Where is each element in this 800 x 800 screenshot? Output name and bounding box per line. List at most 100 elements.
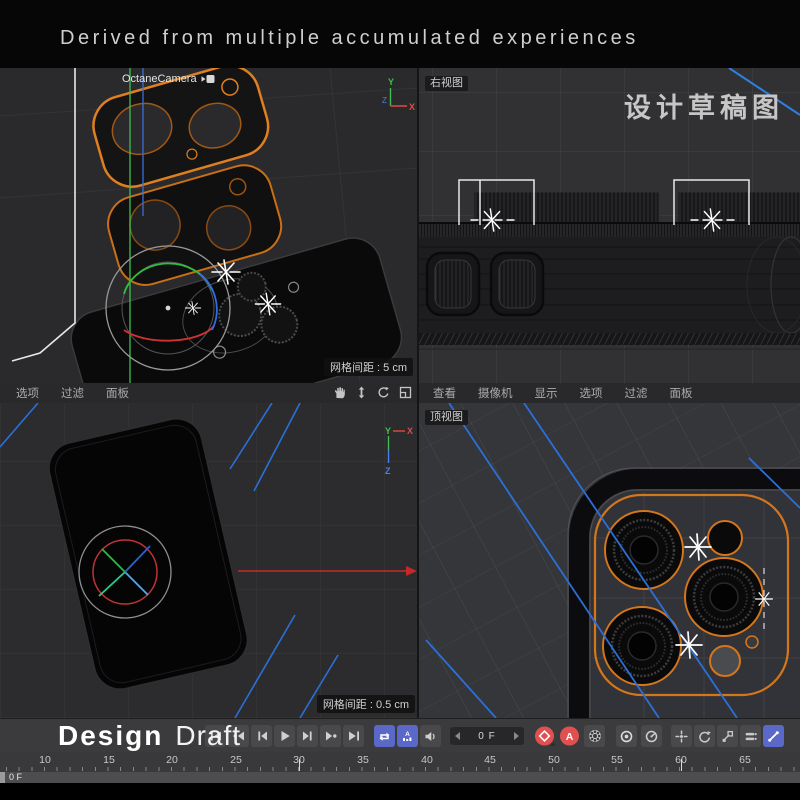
viewport-perspective[interactable]: OctaneCamera Y Z X 网格间距 : 5 cm [0,68,417,383]
menu-panel[interactable]: 面板 [106,385,129,401]
maximize-view-icon[interactable] [399,386,412,399]
phone-back-scene [0,403,417,718]
pan-hand-icon[interactable] [333,386,346,399]
current-frame-field[interactable]: 0 F [450,727,524,745]
play-icon [279,730,291,742]
design-draft-cn-watermark: 设计草稿图 [624,86,784,125]
next-key-icon [325,730,337,742]
key-circle-icon [620,730,633,743]
keyframe-settings-button[interactable] [584,725,605,747]
phone-case-exploded-parts[interactable] [9,68,408,383]
ruler-label: 20 [166,754,178,766]
record-keyframe-icon [534,725,555,747]
menu-options[interactable]: 选项 [580,385,603,401]
next-frame-button[interactable] [297,725,318,747]
record-parameter-toggle[interactable] [740,725,761,747]
timeline-slider-bar[interactable]: 0 F [0,772,800,783]
ruler-label: 40 [421,754,433,766]
play-mode-loop-button[interactable] [374,725,395,747]
frame-increment-arrow[interactable] [514,732,519,740]
ruler-label: 50 [548,754,560,766]
camera-module-scene [419,403,800,718]
axis-band-gizmo[interactable] [79,526,171,618]
frame-value[interactable]: 0 F [478,731,495,742]
svg-text:X: X [407,426,413,436]
camera-name-label[interactable]: OctaneCamera [122,73,216,85]
parameter-stack-icon [744,730,757,743]
record-scale-toggle[interactable] [717,725,738,747]
previous-frame-button[interactable] [251,725,272,747]
menu-view[interactable]: 查看 [433,385,456,401]
menu-filter[interactable]: 过滤 [625,385,648,401]
gear-icon [588,729,602,743]
viewport-right-view[interactable]: 右视图 设计草稿图 [419,68,800,383]
lidar-cutout[interactable] [708,521,742,555]
viewport-menubar-left: 选项 过滤 面板 [0,383,417,403]
case-side-profile[interactable] [419,192,800,349]
gauge-icon [645,730,658,743]
camera-lens-right[interactable] [685,558,763,636]
menu-camera[interactable]: 摄像机 [478,385,513,401]
grid-spacing-badge: 网格间距 : 5 cm [324,358,413,376]
jump-to-end-icon [348,730,360,742]
menu-panel[interactable]: 面板 [670,385,693,401]
mic-cutout[interactable] [746,636,758,648]
zoom-view-icon[interactable] [355,386,368,399]
phone-body[interactable] [44,414,253,695]
viewport-top-view[interactable]: 顶视图 [419,403,800,718]
axis-gizmo: Y Z X [376,74,416,124]
banner-title: Derived from multiple accumulated experi… [60,27,639,50]
record-rotation-toggle[interactable] [694,725,715,747]
rotate-view-icon[interactable] [377,386,390,399]
record-pla-toggle[interactable] [763,725,784,747]
keyframe-selection-button[interactable] [616,725,637,747]
viewport-label[interactable]: 右视图 [425,76,468,91]
playhead-frame-label: 0 F [9,772,22,783]
flash-cutout[interactable] [710,646,740,676]
ruler-label: 25 [230,754,242,766]
loop-icon [378,730,391,743]
svg-text:A: A [566,731,574,743]
keyframe-mode-button[interactable]: A [397,725,418,747]
top-banner: Derived from multiple accumulated experi… [0,0,800,68]
second-marker-tick [299,759,300,771]
sound-button[interactable] [420,725,441,747]
menu-options[interactable]: 选项 [16,385,39,401]
previous-frame-icon [256,730,268,742]
svg-text:Z: Z [382,96,387,105]
pla-icon [767,730,780,743]
grid-spacing-badge: 网格间距 : 0.5 cm [317,695,415,713]
viewport-back-view[interactable]: Y X Z 网格间距 : 0.5 cm [0,403,417,718]
next-frame-icon [302,730,314,742]
speaker-icon [424,730,437,743]
ruler-label: 15 [103,754,115,766]
scale-icon [721,730,734,743]
playback-rate-button[interactable] [641,725,662,747]
next-key-button[interactable] [320,725,341,747]
autokeying-button[interactable]: A [559,725,580,747]
bottom-filler [0,783,800,800]
keyframe-mode-icon: A [401,730,414,743]
svg-text:X: X [409,102,415,112]
watermark-light: Draft [175,720,241,751]
jump-to-end-button[interactable] [343,725,364,747]
camera-lens-top-left[interactable] [605,511,683,589]
watermark-bold: Design [58,720,163,751]
svg-text:Y: Y [385,426,391,436]
axis-gizmo: Y X Z [376,423,416,479]
frame-decrement-arrow[interactable] [455,732,460,740]
record-position-toggle[interactable] [671,725,692,747]
x-axis-arrow[interactable] [238,566,417,576]
ruler-label: 55 [611,754,623,766]
svg-text:A: A [405,731,410,738]
record-keyframe-button[interactable] [534,725,555,747]
viewport-label[interactable]: 顶视图 [425,410,468,425]
timeline-ruler[interactable]: 10 15 20 25 30 35 40 45 50 55 60 65 [0,752,800,772]
c4d-application-window: Derived from multiple accumulated experi… [0,0,800,800]
menu-display[interactable]: 显示 [535,385,558,401]
ruler-label: 45 [484,754,496,766]
menu-filter[interactable]: 过滤 [61,385,84,401]
playhead-marker[interactable] [0,772,5,783]
viewport-menubar-right: 查看 摄像机 显示 选项 过滤 面板 [419,383,800,403]
play-button[interactable] [274,725,295,747]
